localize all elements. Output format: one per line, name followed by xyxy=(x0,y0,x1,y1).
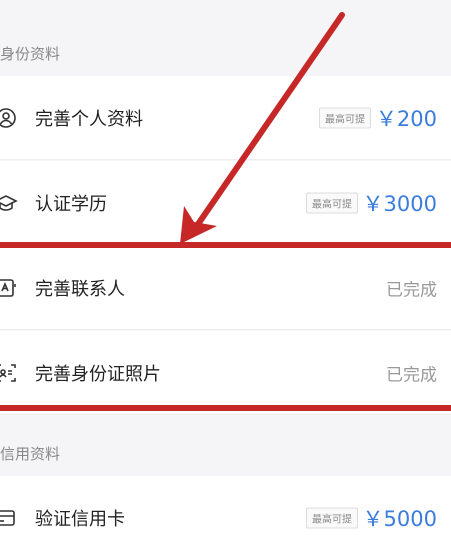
row-complete-contacts[interactable]: 完善联系人 已完成 xyxy=(0,246,451,330)
row-complete-profile[interactable]: 完善个人资料 最高可提 ￥200 xyxy=(0,76,451,160)
row-label: 验证信用卡 xyxy=(35,508,125,530)
row-verify-education[interactable]: 认证学历 最高可提 ￥3000 xyxy=(0,161,451,245)
row-label: 完善身份证照片 xyxy=(35,363,161,385)
page: 身份资料 完善个人资料 最高可提 ￥200 认证学历 最高可提 ￥3000 完善… xyxy=(0,0,451,535)
row-label: 完善个人资料 xyxy=(35,108,143,130)
max-limit-badge: 最高可提 xyxy=(319,107,371,128)
user-circle-icon xyxy=(0,106,18,130)
max-limit-badge: 最高可提 xyxy=(306,192,358,213)
max-limit-badge: 最高可提 xyxy=(306,507,358,528)
row-amount: ￥3000 xyxy=(362,191,437,216)
row-status: 已完成 xyxy=(386,365,437,385)
id-card-scan-icon xyxy=(0,361,18,385)
graduation-cap-icon xyxy=(0,191,18,215)
contact-card-icon xyxy=(0,276,18,300)
row-verify-credit-card[interactable]: 验证信用卡 最高可提 ￥5000 xyxy=(0,476,451,535)
row-amount: ￥5000 xyxy=(362,506,437,531)
row-complete-id-photo[interactable]: 完善身份证照片 已完成 xyxy=(0,331,451,415)
section-header-identity: 身份资料 xyxy=(0,32,451,76)
section-header-credit: 信用资料 xyxy=(0,432,451,476)
row-amount: ￥200 xyxy=(375,106,437,131)
section-title: 身份资料 xyxy=(0,45,61,63)
row-label: 认证学历 xyxy=(35,193,107,215)
section-title: 信用资料 xyxy=(0,445,61,463)
row-status: 已完成 xyxy=(386,280,437,300)
credit-card-icon xyxy=(0,506,18,530)
row-label: 完善联系人 xyxy=(35,278,125,300)
